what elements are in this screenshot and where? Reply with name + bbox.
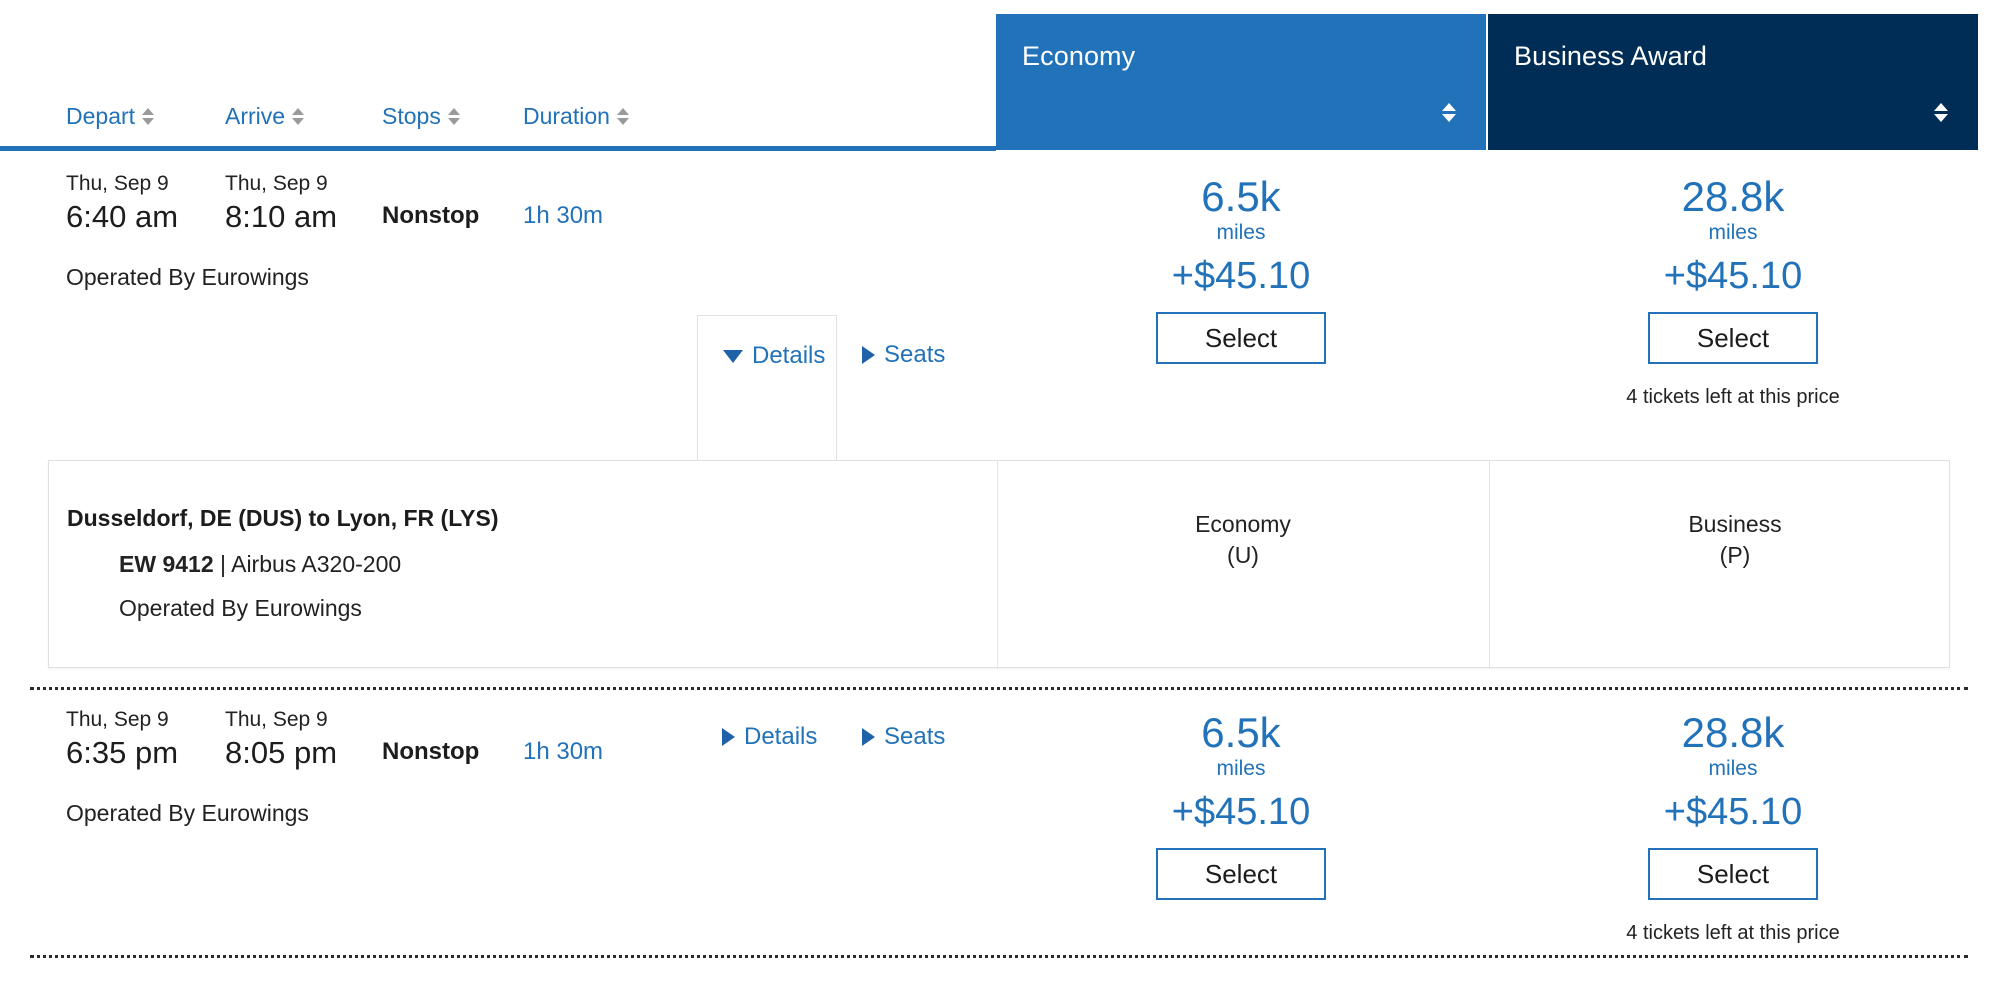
details-cabin-economy-name: Economy: [997, 509, 1489, 540]
duration-value: 1h 30m: [523, 738, 603, 765]
details-aircraft: Airbus A320-200: [231, 551, 401, 577]
column-header-stops[interactable]: Stops: [382, 102, 461, 130]
details-route: Dusseldorf, DE (DUS) to Lyon, FR (LYS): [67, 503, 498, 533]
business-miles-label: miles: [1488, 220, 1978, 246]
tickets-left-note: 4 tickets left at this price: [1488, 384, 1978, 410]
details-cabin-business: Business (P): [1489, 509, 1981, 571]
tickets-left-note: 4 tickets left at this price: [1488, 920, 1978, 946]
details-flight-info: EW 9412 | Airbus A320-200: [119, 549, 401, 579]
depart-time: 6:35 pm: [66, 733, 216, 773]
economy-miles-label: miles: [996, 220, 1486, 246]
seats-link[interactable]: Seats: [862, 722, 945, 752]
arrive-time: 8:10 am: [225, 197, 375, 237]
fare-cell-business: 28.8k miles +$45.10 Select 4 tickets lef…: [1488, 172, 1978, 410]
details-label: Details: [744, 722, 817, 752]
flight-details-panel: Dusseldorf, DE (DUS) to Lyon, FR (LYS) E…: [48, 460, 1950, 668]
details-cabin-economy-class: (U): [997, 540, 1489, 571]
depart-date: Thu, Sep 9: [66, 170, 216, 197]
depart-time: 6:40 am: [66, 197, 216, 237]
arrive-date: Thu, Sep 9: [225, 706, 375, 733]
arrive-date: Thu, Sep 9: [225, 170, 375, 197]
column-header-depart-label: Depart: [66, 102, 135, 130]
column-header-arrive[interactable]: Arrive: [225, 102, 305, 130]
column-header-depart[interactable]: Depart: [66, 102, 155, 130]
fare-column-label-business: Business Award: [1514, 40, 1952, 72]
details-cabin-business-class: (P): [1489, 540, 1981, 571]
economy-miles-label: miles: [996, 756, 1486, 782]
column-header-arrive-label: Arrive: [225, 102, 285, 130]
flight-row: Thu, Sep 9 6:35 pm Thu, Sep 9 8:05 pm No…: [0, 686, 1998, 996]
depart-date: Thu, Sep 9: [66, 706, 216, 733]
fare-column-label-economy: Economy: [1022, 40, 1460, 72]
details-separator: |: [214, 551, 232, 577]
sort-icon-depart[interactable]: [142, 108, 155, 125]
sort-icon-stops[interactable]: [448, 108, 461, 125]
economy-cash: +$45.10: [996, 252, 1486, 300]
chevron-down-icon: [723, 350, 743, 363]
chevron-right-icon: [862, 346, 875, 364]
duration-cell: 1h 30m: [523, 738, 643, 766]
details-cabin-business-name: Business: [1489, 509, 1981, 540]
details-flight-number: EW 9412: [119, 551, 214, 577]
column-header-duration-label: Duration: [523, 102, 610, 130]
flight-row: Thu, Sep 9 6:40 am Thu, Sep 9 8:10 am No…: [0, 150, 1998, 460]
details-operated-by: Operated By Eurowings: [119, 593, 362, 623]
select-button-business[interactable]: Select: [1648, 848, 1818, 900]
stops-cell: Nonstop: [382, 738, 512, 766]
duration-cell: 1h 30m: [523, 202, 643, 230]
fare-column-header-economy[interactable]: Economy: [996, 14, 1486, 150]
table-header: Economy Business Award Depart Arrive Sto…: [0, 0, 1998, 150]
depart-cell: Thu, Sep 9 6:40 am: [66, 170, 216, 237]
chevron-right-icon: [862, 728, 875, 746]
details-toggle-expanded[interactable]: Details: [723, 341, 825, 371]
column-header-stops-label: Stops: [382, 102, 441, 130]
stops-value: Nonstop: [382, 738, 479, 765]
arrive-time: 8:05 pm: [225, 733, 375, 773]
economy-miles: 6.5k: [996, 708, 1486, 758]
depart-cell: Thu, Sep 9 6:35 pm: [66, 706, 216, 773]
select-button-business[interactable]: Select: [1648, 312, 1818, 364]
stops-value: Nonstop: [382, 202, 479, 229]
details-toggle-collapsed[interactable]: Details: [722, 722, 817, 752]
fare-cell-economy: 6.5k miles +$45.10 Select: [996, 172, 1486, 364]
seats-link[interactable]: Seats: [862, 340, 945, 370]
operated-by-text: Operated By Eurowings: [66, 262, 309, 292]
arrive-cell: Thu, Sep 9 8:05 pm: [225, 706, 375, 773]
duration-value: 1h 30m: [523, 202, 603, 229]
fare-cell-business: 28.8k miles +$45.10 Select 4 tickets lef…: [1488, 708, 1978, 946]
business-cash: +$45.10: [1488, 788, 1978, 836]
seats-label: Seats: [884, 340, 945, 370]
details-cabin-economy: Economy (U): [997, 509, 1489, 571]
arrive-cell: Thu, Sep 9 8:10 am: [225, 170, 375, 237]
business-cash: +$45.10: [1488, 252, 1978, 300]
business-miles: 28.8k: [1488, 172, 1978, 222]
select-button-economy[interactable]: Select: [1156, 848, 1326, 900]
details-label: Details: [752, 341, 825, 371]
fare-column-header-business[interactable]: Business Award: [1488, 14, 1978, 150]
column-header-duration[interactable]: Duration: [523, 102, 630, 130]
fare-cell-economy: 6.5k miles +$45.10 Select: [996, 708, 1486, 900]
stops-cell: Nonstop: [382, 202, 512, 230]
chevron-right-icon: [722, 728, 735, 746]
operated-by-text: Operated By Eurowings: [66, 798, 309, 828]
flight-results-table: Economy Business Award Depart Arrive Sto…: [0, 0, 1998, 996]
sortable-column-labels: Depart Arrive Stops Duration: [0, 102, 996, 150]
sort-icon-duration[interactable]: [617, 108, 630, 125]
economy-miles: 6.5k: [996, 172, 1486, 222]
sort-icon-arrive[interactable]: [292, 108, 305, 125]
business-miles: 28.8k: [1488, 708, 1978, 758]
seats-label: Seats: [884, 722, 945, 752]
sort-icon-business[interactable]: [1934, 103, 1948, 122]
sort-icon-economy[interactable]: [1442, 103, 1456, 122]
select-button-economy[interactable]: Select: [1156, 312, 1326, 364]
business-miles-label: miles: [1488, 756, 1978, 782]
row-separator: [30, 955, 1968, 958]
economy-cash: +$45.10: [996, 788, 1486, 836]
